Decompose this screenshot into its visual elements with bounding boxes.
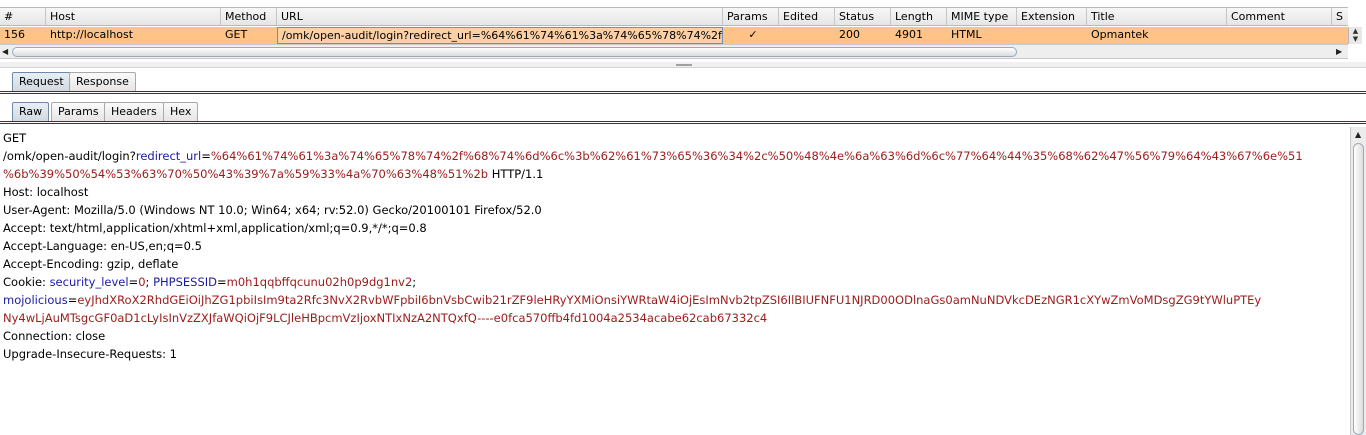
cookie-terminator: ; [412,275,417,289]
header-upgrade-insecure-requests: Upgrade-Insecure-Requests: 1 [3,347,177,361]
cookie-name-phpsessid: PHPSESSID [153,275,218,289]
col-header-edited[interactable]: Edited [779,8,835,25]
cell-status: 200 [839,28,860,41]
header-accept: Accept: text/html,application/xhtml+xml,… [3,221,427,235]
http-version: HTTP/1.1 [488,167,544,181]
header-accept-encoding: Accept-Encoding: gzip, deflate [3,257,179,271]
request-line-path-continued: %6b%39%50%54%53%63%70%50%43%39%7a%59%33%… [3,165,543,183]
tabbar-divider [0,121,1366,124]
request-path: /omk/open-audit/login? [3,149,136,163]
param-value-redirect-url: %64%61%74%61%3a%74%65%78%74%2f%68%74%6d%… [210,149,1303,163]
equals-sign: = [201,149,211,163]
tab-raw[interactable]: Raw [12,102,50,122]
table-vertical-scrollbar[interactable]: ▲ ▼ [1348,27,1362,44]
equals-sign: = [67,293,78,307]
request-line-path: /omk/open-audit/login?redirect_url=%64%6… [3,147,1303,165]
cell-mime-type: HTML [951,28,982,41]
request-line-method: GET [3,131,27,145]
table-header: # Host Method URL Params Edited Status L… [0,7,1348,26]
equals-sign: = [128,275,139,289]
params-check-icon: ✓ [748,28,758,41]
col-header-mime-type[interactable]: MIME type [947,8,1017,25]
header-cookie: Cookie: security_level=0; PHPSESSID=m0h1… [3,273,416,291]
scroll-right-icon[interactable]: ▶ [1336,45,1342,58]
cookie-value-phpsessid: m0h1qqbffqcunu02h0p9dg1nv2 [226,275,413,289]
cookie-name-security-level: security_level [49,275,129,289]
pane-splitter[interactable] [0,62,1366,68]
scroll-up-icon[interactable]: ▲ [1355,128,1361,141]
cell-host: http://localhost [50,28,134,41]
editor-scroll-thumb[interactable] [1353,143,1364,435]
tab-headers[interactable]: Headers [104,102,164,122]
cell-method: GET [225,28,248,41]
raw-request-editor[interactable]: GET /omk/open-audit/login?redirect_url=%… [0,127,1350,435]
cell-comment [1227,27,1332,44]
col-header-number[interactable]: # [0,8,46,25]
header-accept-language: Accept-Language: en-US,en;q=0.5 [3,239,202,253]
scroll-left-icon[interactable]: ◀ [2,45,8,58]
cell-number: 156 [4,28,25,41]
param-value-continued: %6b%39%50%54%53%63%70%50%43%39%7a%59%33%… [3,167,489,181]
col-header-extension[interactable]: Extension [1017,8,1087,25]
horizontal-scroll-thumb[interactable] [12,47,1017,57]
cookie-mojolicious-continued: Ny4wLjAuMTsgcGF0aD1cLyIsInVzZXJfaWQiOjF9… [3,309,767,327]
tab-response[interactable]: Response [69,72,136,92]
cookie-value-mojolicious: eyJhdXRoX2RhdGEiOiJhZG1pbiIsIm9ta2Rfc3Nv… [77,293,1262,307]
splitter-grip-icon[interactable] [676,64,692,66]
cookie-value-security-level: 0 [138,275,146,289]
col-header-host[interactable]: Host [46,8,221,25]
cookie-value-mojolicious-continued: Ny4wLjAuMTsgcGF0aD1cLyIsInVzZXJfaWQiOjF9… [3,311,768,325]
message-tabbar: Request Response [0,70,1366,94]
view-tabbar: Raw Params Headers Hex [0,100,1366,124]
scroll-up-icon[interactable]: ▲ [1349,27,1362,35]
col-header-length[interactable]: Length [891,8,947,25]
cell-length: 4901 [895,28,923,41]
col-header-params[interactable]: Params [723,8,779,25]
table-horizontal-scrollbar[interactable]: ◀ ▶ [0,44,1348,59]
scroll-down-icon[interactable]: ▼ [1349,35,1362,43]
cell-extension [1017,27,1087,44]
cell-edited [779,27,835,44]
cookie-mojolicious-line: mojolicious=eyJhdXRoX2RhdGEiOiJhZG1pbiIs… [3,291,1261,309]
param-name-redirect-url: redirect_url [135,149,202,163]
col-header-title[interactable]: Title [1087,8,1227,25]
equals-sign: = [217,275,227,289]
cell-url: /omk/open-audit/login?redirect_url=%64%6… [277,27,723,44]
col-header-ssl[interactable]: S [1332,8,1348,25]
col-header-url[interactable]: URL [277,8,723,25]
cookie-label: Cookie: [3,275,50,289]
tabbar-divider [0,91,1366,94]
header-user-agent: User-Agent: Mozilla/5.0 (Windows NT 10.0… [3,203,542,217]
tab-request[interactable]: Request [12,72,71,92]
header-connection: Connection: close [3,329,106,343]
col-header-method[interactable]: Method [221,8,277,25]
editor-vertical-scrollbar[interactable]: ▲ [1350,127,1366,435]
table-row[interactable]: 156 http://localhost GET /omk/open-audit… [0,27,1348,44]
http-history-table: # Host Method URL Params Edited Status L… [0,0,1366,62]
cookie-name-mojolicious: mojolicious [3,293,68,307]
cookie-separator: ; [145,275,154,289]
col-header-status[interactable]: Status [835,8,891,25]
tab-hex[interactable]: Hex [163,102,199,122]
col-header-comment[interactable]: Comment [1227,8,1332,25]
tab-params[interactable]: Params [51,102,106,122]
header-host: Host: localhost [3,185,89,199]
cell-title: Opmantek [1091,28,1149,41]
